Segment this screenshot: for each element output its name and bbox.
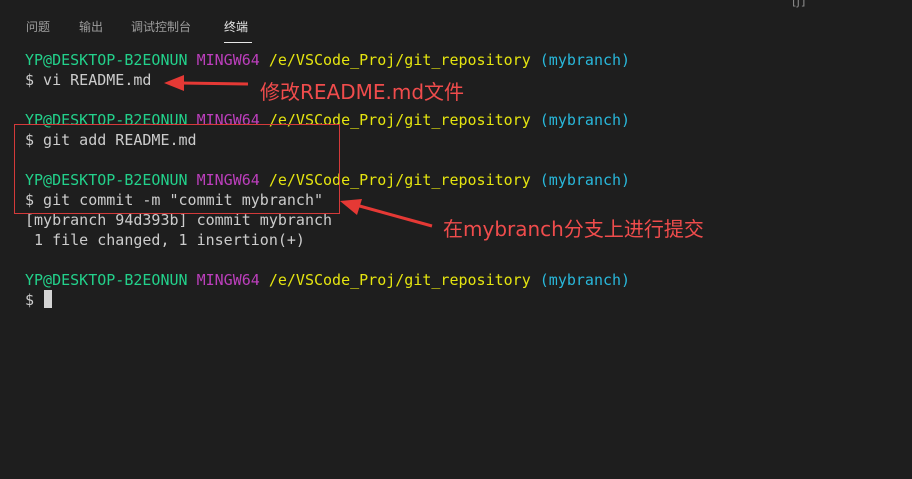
- arrow-to-commit-command: [340, 199, 433, 228]
- arrow-to-vi-command: [164, 75, 249, 91]
- annotation-arrows: [164, 75, 433, 228]
